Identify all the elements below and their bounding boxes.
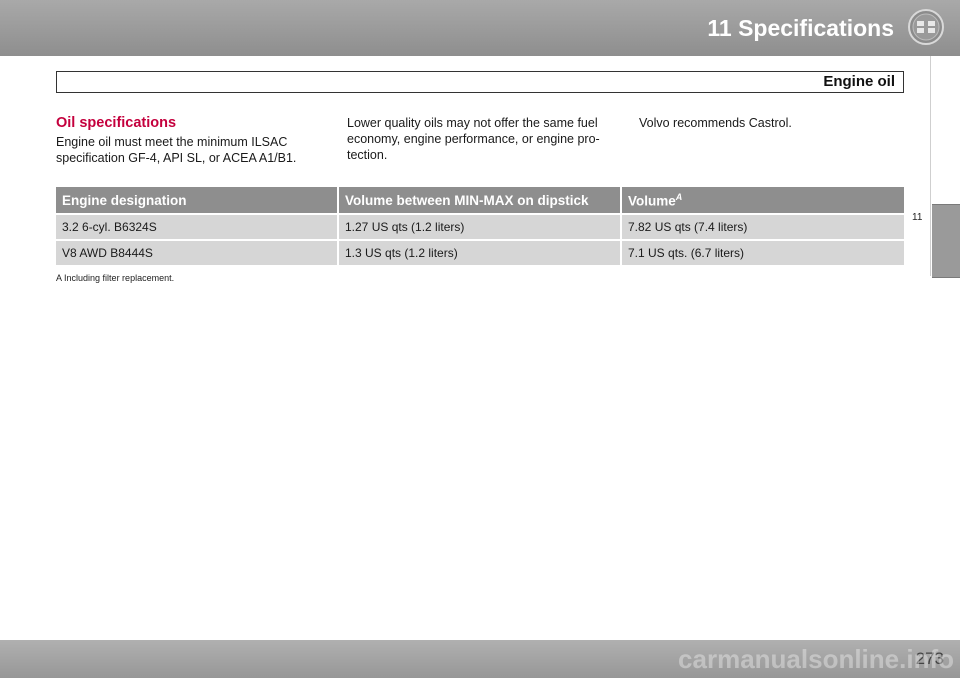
table-footnote: A Including filter replacement. [56,273,174,283]
engine-oil-table: Engine designation Volume between MIN-MA… [56,187,904,265]
gauge-cluster-icon [908,9,944,45]
footnote-marker: A [56,273,62,283]
text-column-3: Volvo recommends Castrol. [639,115,909,131]
text-column-1: Oil specifications Engine oil must meet … [56,115,326,166]
oil-specifications-heading: Oil specifications [56,115,177,131]
oil-quality-paragraph: Lower quality oils may not offer the sam… [347,116,600,162]
footnote-text: Including filter replacement. [64,273,175,283]
watermark: carmanualsonline.info [678,644,954,674]
top-header-bar: 11 Specifications [0,0,960,56]
table-row: 3.2 6-cyl. B6324S 1.27 US qts (1.2 liter… [56,213,904,239]
text-column-2: Lower quality oils may not offer the sam… [347,115,617,163]
oil-spec-paragraph: Engine oil must meet the minimum ILSAC s… [56,135,297,165]
header-volume-footnote-ref: A [675,191,683,202]
table-header-row: Engine designation Volume between MIN-MA… [56,187,904,213]
cell-engine: V8 AWD B8444S [56,239,339,265]
side-tab-label: 11 [912,212,923,223]
cell-volume: 7.1 US qts. (6.7 liters) [622,239,904,265]
chapter-side-tab [932,204,960,278]
section-title: Engine oil [823,73,895,90]
header-engine-designation: Engine designation [56,187,339,213]
cell-dipstick-volume: 1.3 US qts (1.2 liters) [339,239,622,265]
side-divider [930,56,931,276]
table-row: V8 AWD B8444S 1.3 US qts (1.2 liters) 7.… [56,239,904,265]
header-volume-label: Volume [628,193,676,209]
cell-engine: 3.2 6-cyl. B6324S [56,213,339,239]
oil-recommendation-paragraph: Volvo recommends Castrol. [639,116,792,130]
header-volume: VolumeA [622,187,904,213]
header-volume-dipstick: Volume between MIN-MAX on dipstick [339,187,622,213]
cell-volume: 7.82 US qts (7.4 liters) [622,213,904,239]
section-header-box: Engine oil [56,71,904,93]
chapter-title: 11 Specifications [707,15,894,41]
cell-dipstick-volume: 1.27 US qts (1.2 liters) [339,213,622,239]
